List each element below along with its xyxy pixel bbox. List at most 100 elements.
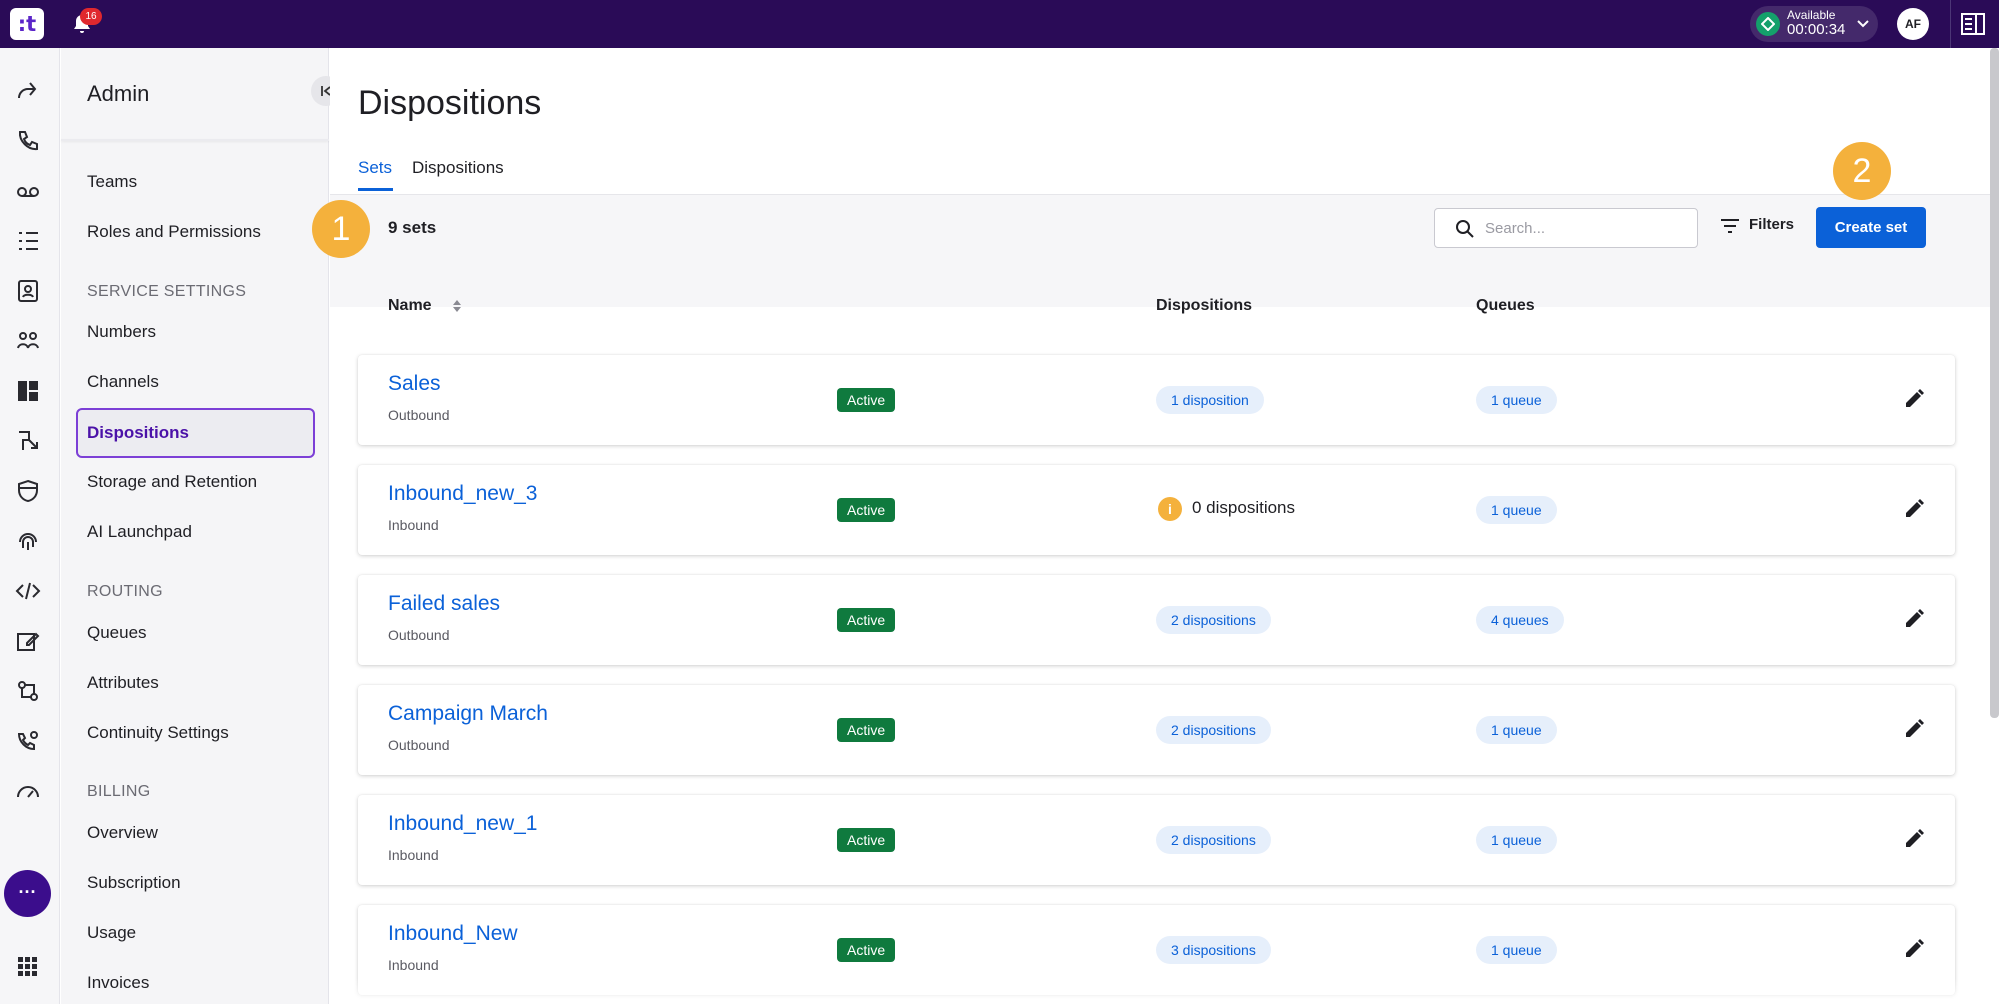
column-header-name[interactable]: Name [388, 297, 432, 315]
set-direction: Inbound [388, 517, 439, 533]
sidebar-item-numbers[interactable]: Numbers [87, 322, 156, 342]
sidebar-item-storage[interactable]: Storage and Retention [87, 472, 257, 492]
dispositions-chip[interactable]: 2 dispositions [1156, 826, 1271, 854]
availability-status-button[interactable]: Available 00:00:34 [1750, 6, 1878, 42]
status-timer: 00:00:34 [1787, 21, 1846, 38]
sidebar-item-roles[interactable]: Roles and Permissions [87, 222, 261, 242]
insights-icon[interactable] [15, 78, 41, 104]
sidebar-item-dispositions[interactable]: Dispositions [76, 408, 315, 458]
sidebar-item-teams[interactable]: Teams [87, 172, 137, 192]
set-name-link[interactable]: Sales [388, 372, 441, 396]
edit-pencil-icon[interactable] [1903, 608, 1925, 630]
dispositions-chip[interactable]: 1 disposition [1156, 386, 1264, 414]
more-apps-button[interactable]: ··· [4, 870, 51, 917]
apps-grid-icon[interactable] [15, 954, 41, 980]
speed-icon[interactable] [15, 778, 41, 804]
users-icon[interactable] [15, 328, 41, 354]
sidebar-title: Admin [87, 81, 150, 106]
table-row[interactable]: Inbound_new_3 Inbound Active i 0 disposi… [358, 465, 1955, 555]
shield-icon[interactable] [15, 478, 41, 504]
edit-pencil-icon[interactable] [1903, 828, 1925, 850]
code-icon[interactable] [15, 578, 41, 604]
status-badge: Active [837, 388, 896, 412]
search-field[interactable] [1434, 208, 1698, 248]
dashboard-icon[interactable] [15, 378, 41, 404]
table-row[interactable]: Inbound_new_1 Inbound Active 2 dispositi… [358, 795, 1955, 885]
edit-pencil-icon[interactable] [1903, 938, 1925, 960]
tab-sets[interactable]: Sets [358, 158, 392, 178]
sidebar-item-continuity[interactable]: Continuity Settings [87, 723, 229, 743]
edit-pencil-icon[interactable] [1903, 718, 1925, 740]
edit-pencil-icon[interactable] [1903, 388, 1925, 410]
sort-icon[interactable] [452, 298, 462, 314]
sidebar-item-overview[interactable]: Overview [87, 823, 158, 843]
dispositions-chip[interactable]: 2 dispositions [1156, 606, 1271, 634]
calls-icon[interactable] [15, 128, 41, 154]
set-name-link[interactable]: Inbound_New [388, 922, 518, 946]
table-row[interactable]: Failed sales Outbound Active 2 dispositi… [358, 575, 1955, 665]
flows-icon[interactable] [15, 678, 41, 704]
sidebar-item-queues[interactable]: Queues [87, 623, 147, 643]
set-direction: Inbound [388, 847, 439, 863]
table-row[interactable]: Sales Outbound Active 1 disposition 1 qu… [358, 355, 1955, 445]
side-panel-icon[interactable] [1961, 13, 1985, 35]
filters-label: Filters [1749, 216, 1795, 233]
warning-info-icon: i [1158, 497, 1182, 521]
dispositions-count: 0 dispositions [1192, 498, 1296, 517]
set-name-link[interactable]: Failed sales [388, 592, 500, 616]
status-diamond-icon [1756, 12, 1780, 36]
set-name-link[interactable]: Inbound_new_3 [388, 482, 537, 506]
list-toolbar [330, 195, 1990, 307]
filter-icon [1721, 219, 1739, 233]
page-scrollbar[interactable] [1990, 48, 1999, 718]
dispositions-chip[interactable]: 3 dispositions [1156, 936, 1271, 964]
queues-chip[interactable]: 1 queue [1476, 826, 1557, 854]
search-input[interactable] [1485, 217, 1685, 239]
column-header-queues: Queues [1476, 297, 1535, 314]
status-label: Available [1787, 8, 1836, 22]
queues-chip[interactable]: 1 queue [1476, 936, 1557, 964]
queues-chip[interactable]: 1 queue [1476, 716, 1557, 744]
sidebar-divider [61, 139, 329, 141]
status-badge: Active [837, 938, 896, 962]
user-avatar[interactable]: AF [1897, 8, 1929, 40]
sidebar-item-attributes[interactable]: Attributes [87, 673, 159, 693]
set-name-link[interactable]: Inbound_new_1 [388, 812, 537, 836]
sidebar-item-usage[interactable]: Usage [87, 923, 136, 943]
sidebar-item-channels[interactable]: Channels [87, 372, 159, 392]
sets-count: 9 sets [388, 218, 437, 237]
sidebar-item-invoices[interactable]: Invoices [87, 973, 149, 993]
routing-icon[interactable] [15, 428, 41, 454]
active-tab-indicator [358, 188, 393, 191]
admin-sidebar: Admin Teams Roles and Permissions SERVIC… [61, 48, 341, 1004]
edit-pencil-icon[interactable] [1903, 498, 1925, 520]
app-logo[interactable]: :t [10, 8, 44, 40]
sidebar-item-subscription[interactable]: Subscription [87, 873, 181, 893]
set-direction: Outbound [388, 737, 450, 753]
set-direction: Outbound [388, 407, 450, 423]
annotation-marker-2: 2 [1833, 142, 1891, 200]
queues-chip[interactable]: 1 queue [1476, 386, 1557, 414]
tab-dispositions[interactable]: Dispositions [412, 158, 504, 178]
contacts-icon[interactable] [15, 278, 41, 304]
sidebar-item-ai-launchpad[interactable]: AI Launchpad [87, 522, 192, 542]
fingerprint-icon[interactable] [15, 528, 41, 554]
status-badge: Active [837, 828, 896, 852]
column-header-dispositions: Dispositions [1156, 297, 1253, 314]
section-billing: BILLING [87, 783, 151, 800]
queues-chip[interactable]: 1 queue [1476, 496, 1557, 524]
status-badge: Active [837, 498, 896, 522]
search-icon [1456, 220, 1474, 238]
create-set-button[interactable]: Create set [1816, 207, 1926, 248]
section-service-settings: SERVICE SETTINGS [87, 283, 247, 300]
voicemail-icon[interactable] [15, 178, 41, 204]
phone-settings-icon[interactable] [15, 728, 41, 754]
annotation-marker-1: 1 [312, 200, 370, 258]
dispositions-chip[interactable]: 2 dispositions [1156, 716, 1271, 744]
edit-icon[interactable] [15, 628, 41, 654]
table-row[interactable]: Campaign March Outbound Active 2 disposi… [358, 685, 1955, 775]
set-name-link[interactable]: Campaign March [388, 702, 548, 726]
queues-chip[interactable]: 4 queues [1476, 606, 1564, 634]
app-icon-rail: ··· [0, 48, 60, 1004]
list-icon[interactable] [15, 228, 41, 254]
